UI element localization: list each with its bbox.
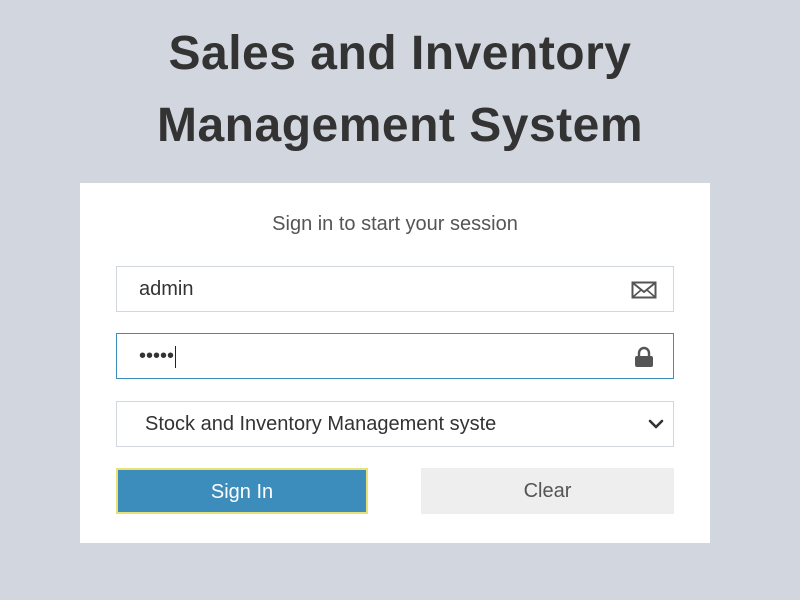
- title-line-1: Sales and Inventory: [168, 27, 632, 80]
- login-box-message: Sign in to start your session: [272, 213, 518, 235]
- text-caret: [175, 345, 177, 368]
- sign-in-button[interactable]: Sign In: [116, 468, 368, 514]
- system-select-value: Stock and Inventory Management syste: [145, 413, 497, 435]
- title-line-2: Management System: [157, 99, 643, 152]
- password-value: •••••: [139, 345, 175, 367]
- envelope-icon: [631, 279, 657, 301]
- username-field[interactable]: admin: [116, 266, 674, 312]
- system-select[interactable]: Stock and Inventory Management syste: [116, 401, 674, 447]
- page-title: Sales and Inventory Management System: [0, 18, 800, 162]
- login-page: Sales and Inventory Management System Si…: [0, 0, 800, 600]
- clear-button[interactable]: Clear: [421, 468, 674, 514]
- password-field[interactable]: •••••: [116, 333, 674, 379]
- lock-icon: [631, 346, 657, 368]
- password-input-area: •••••: [139, 334, 177, 378]
- username-value: admin: [139, 278, 194, 300]
- chevron-down-icon: [647, 416, 665, 432]
